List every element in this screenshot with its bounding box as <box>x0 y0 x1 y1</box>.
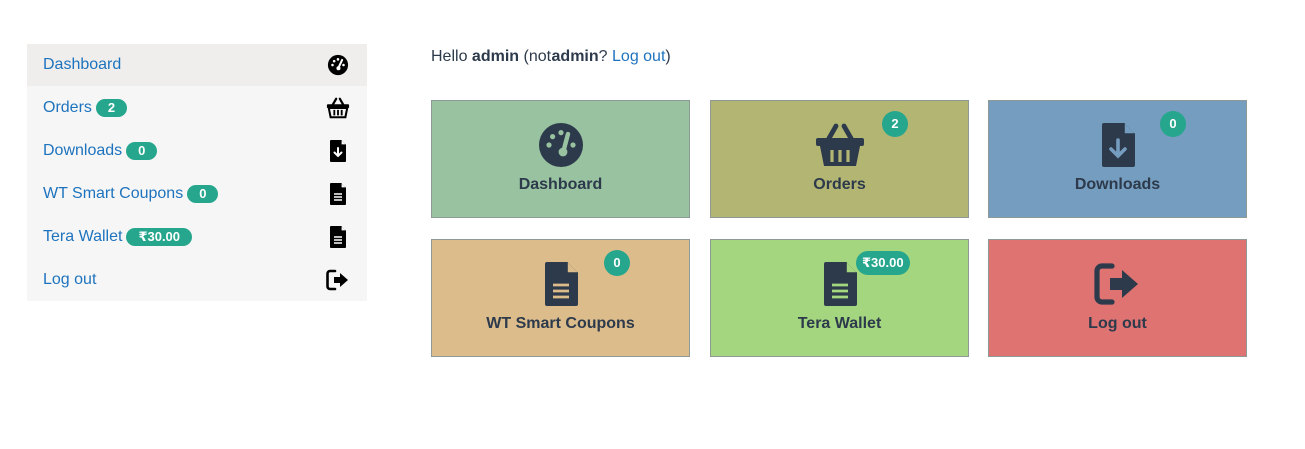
tile-label: Log out <box>1088 315 1147 332</box>
wallet-balance-badge: ₹30.00 <box>126 227 193 246</box>
orders-count-badge: 2 <box>882 111 908 137</box>
sidebar-item-label[interactable]: Orders <box>43 99 92 117</box>
dashboard-gauge-icon <box>326 53 350 77</box>
sidebar-item-label[interactable]: Dashboard <box>43 56 121 74</box>
sidebar-item-logout[interactable]: Log out <box>27 258 367 301</box>
tile-downloads[interactable]: 0 Downloads <box>988 100 1247 218</box>
logout-link[interactable]: Log out <box>612 48 665 65</box>
tile-tera-wallet[interactable]: ₹30.00 Tera Wallet <box>710 239 969 357</box>
wallet-balance-badge: ₹30.00 <box>856 251 910 275</box>
tile-label: WT Smart Coupons <box>486 315 635 332</box>
coupons-count-badge: 0 <box>604 250 630 276</box>
sidebar-item-orders[interactable]: Orders 2 <box>27 86 367 129</box>
welcome-message: Hello admin (not admin? Log out) <box>431 48 671 66</box>
sidebar-item-smart-coupons[interactable]: WT Smart Coupons 0 <box>27 172 367 215</box>
sidebar-item-label[interactable]: WT Smart Coupons <box>43 185 183 203</box>
tile-label: Dashboard <box>518 176 603 193</box>
sidebar-item-tera-wallet[interactable]: Tera Wallet ₹30.00 <box>27 215 367 258</box>
downloads-count-badge: 0 <box>1160 111 1186 137</box>
dashboard-gauge-icon <box>535 121 587 169</box>
tile-orders[interactable]: 2 Orders <box>710 100 969 218</box>
sign-out-icon <box>1092 260 1144 308</box>
orders-count-badge: 2 <box>95 98 128 117</box>
tile-label: Downloads <box>1074 176 1161 193</box>
account-sidebar: Dashboard Orders 2 Downloads 0 WT Smart … <box>27 44 367 301</box>
file-text-icon <box>535 260 587 308</box>
file-download-icon <box>1092 121 1144 169</box>
tile-label: Orders <box>813 176 866 193</box>
greeting-not-prefix: (not <box>523 48 552 65</box>
sidebar-item-label[interactable]: Tera Wallet <box>43 228 122 246</box>
sidebar-item-label[interactable]: Downloads <box>43 142 122 160</box>
tile-label: Tera Wallet <box>797 315 882 332</box>
sidebar-item-label[interactable]: Log out <box>43 271 96 289</box>
sidebar-item-dashboard[interactable]: Dashboard <box>27 44 367 86</box>
greeting-close-paren: ) <box>665 48 671 65</box>
basket-icon <box>326 96 350 120</box>
greeting-not-username: admin <box>551 48 599 65</box>
downloads-count-badge: 0 <box>126 141 158 160</box>
greeting-question: ? <box>598 48 608 65</box>
sidebar-item-downloads[interactable]: Downloads 0 <box>27 129 367 172</box>
tile-dashboard[interactable]: Dashboard <box>431 100 690 218</box>
file-download-icon <box>326 139 350 163</box>
basket-icon <box>814 121 866 169</box>
file-text-icon <box>326 225 350 249</box>
coupons-count-badge: 0 <box>187 184 219 203</box>
greeting-username: admin <box>471 48 520 65</box>
sign-out-icon <box>326 268 350 292</box>
tile-logout[interactable]: Log out <box>988 239 1247 357</box>
greeting-hello: Hello <box>431 48 468 65</box>
file-text-icon <box>326 182 350 206</box>
tile-smart-coupons[interactable]: 0 WT Smart Coupons <box>431 239 690 357</box>
